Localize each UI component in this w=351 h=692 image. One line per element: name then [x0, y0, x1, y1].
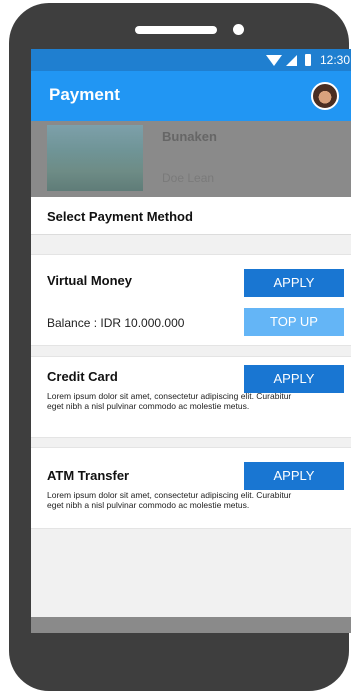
sheet-title: Select Payment Method	[31, 197, 351, 235]
destination-card: Bunaken Doe Lean	[31, 121, 351, 197]
phone-frame: 12:30 Payment Bunaken Doe Lean Select Pa…	[9, 3, 351, 691]
method-description: Lorem ipsum dolor sit amet, consectetur …	[47, 490, 292, 510]
avatar[interactable]	[311, 82, 339, 110]
apply-credit-card-button[interactable]: APPLY	[244, 365, 344, 393]
balance-text: Balance : IDR 10.000.000	[47, 316, 185, 330]
method-description: Lorem ipsum dolor sit amet, consectetur …	[47, 391, 292, 411]
destination-thumbnail	[47, 125, 143, 191]
apply-atm-transfer-button[interactable]: APPLY	[244, 462, 344, 490]
screen: 12:30 Payment Bunaken Doe Lean Select Pa…	[31, 49, 351, 633]
front-camera	[233, 24, 244, 35]
destination-name: Bunaken	[162, 129, 217, 144]
apply-virtual-money-button[interactable]: APPLY	[244, 269, 344, 297]
status-bar: 12:30	[31, 49, 351, 71]
page-title: Payment	[49, 85, 120, 104]
method-title: Virtual Money	[47, 273, 133, 288]
battery-icon	[304, 54, 311, 66]
bottom-scrim	[31, 617, 351, 633]
app-bar: Payment	[31, 71, 351, 121]
method-atm-transfer: ATM Transfer APPLY Lorem ipsum dolor sit…	[31, 447, 351, 529]
status-time: 12:30	[319, 53, 350, 67]
top-up-button[interactable]: TOP UP	[244, 308, 344, 336]
method-credit-card: Credit Card APPLY Lorem ipsum dolor sit …	[31, 356, 351, 438]
status-icons: 12:30	[265, 53, 350, 67]
signal-icon	[285, 54, 297, 66]
destination-user: Doe Lean	[162, 171, 215, 185]
payment-method-sheet: Select Payment Method Virtual Money APPL…	[31, 197, 351, 633]
speaker-grille	[135, 26, 217, 34]
method-title: Credit Card	[47, 369, 118, 384]
method-virtual-money: Virtual Money APPLY Balance : IDR 10.000…	[31, 254, 351, 346]
method-title: ATM Transfer	[47, 468, 130, 483]
wifi-icon	[265, 54, 282, 66]
